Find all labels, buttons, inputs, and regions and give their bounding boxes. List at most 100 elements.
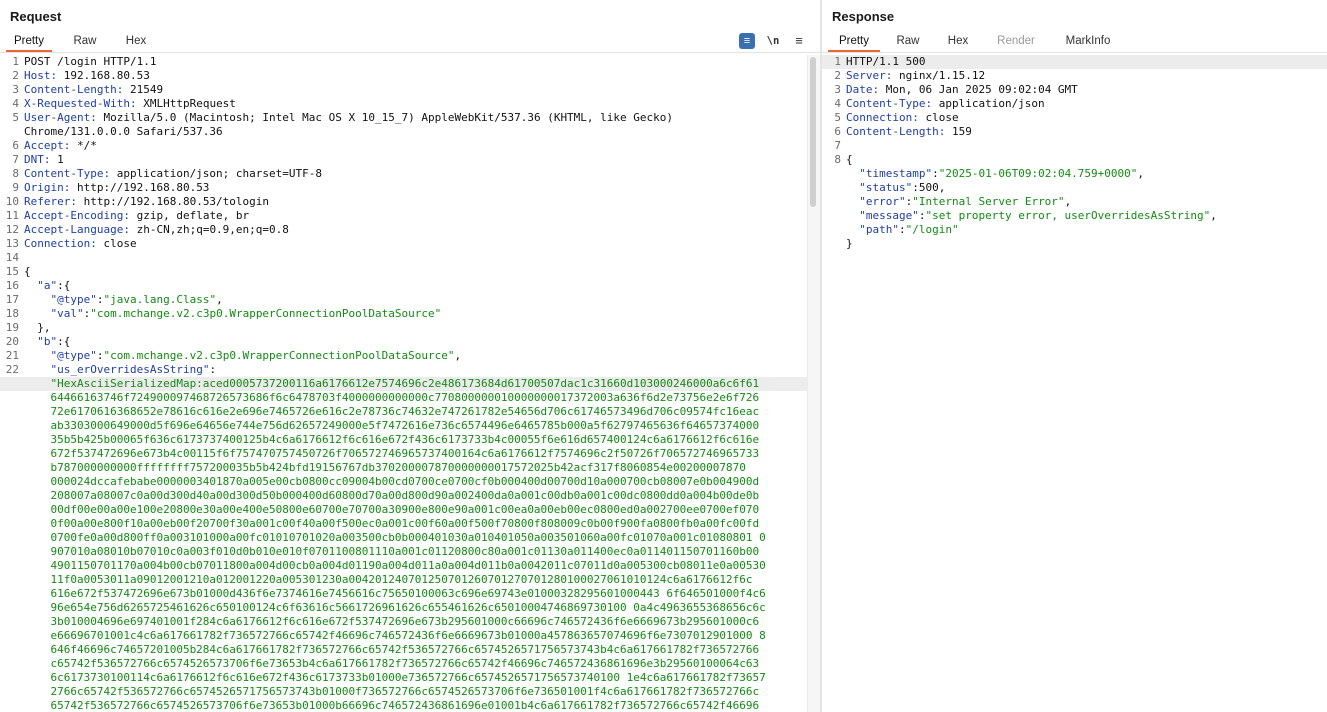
line-number: 1 (834, 55, 841, 68)
code-line: 9 Origin: http://192.168.80.53 (0, 181, 807, 195)
line-number: 15 (5, 265, 19, 278)
code-line: 64466163746f724900097468726573686f6c6478… (0, 391, 807, 405)
code-line: 646f46696c74657201005b284c6a617661782f73… (0, 643, 807, 657)
code-line: 907010a08010b07010c0a003f010d0b010e010f0… (0, 545, 807, 559)
code-line: 4 X-Requested-With: XMLHttpRequest (0, 97, 807, 111)
code-line: 19 }, (0, 321, 807, 335)
line-number (0, 405, 19, 419)
line-content: 96e654e756d6265725461626c650100124c6f636… (24, 601, 766, 614)
line-content: Accept: */* (24, 139, 97, 152)
line-content: 65742f536572766c6574526573706f6e73653b01… (24, 699, 760, 712)
line-content: X-Requested-With: XMLHttpRequest (24, 97, 236, 110)
line-content: Content-Length: 21549 (24, 83, 164, 96)
line-content: 64466163746f724900097468726573686f6c6478… (24, 391, 760, 404)
code-line: "HexAsciiSerializedMap:aced0005737200116… (0, 377, 807, 391)
line-content: 208007a08007c0a00d300d40a00d300d50b00040… (24, 489, 760, 502)
code-line: 3 Date: Mon, 06 Jan 2025 09:02:04 GMT (822, 83, 1327, 97)
line-number (0, 517, 19, 531)
line-number (0, 573, 19, 587)
word-wrap-icon[interactable]: ≡ (739, 33, 755, 49)
request-scrollbar-thumb[interactable] (810, 57, 816, 207)
line-number: 6 (12, 139, 19, 152)
request-editor[interactable]: 1 POST /login HTTP/1.1 2 Host: 192.168.80.5… (0, 55, 807, 712)
tab-hex[interactable]: Hex (938, 30, 978, 52)
line-content: 4901150701170a004b00cb07011800a004d00cb0… (24, 559, 766, 572)
code-line: 208007a08007c0a00d300d40a00d300d50b00040… (0, 489, 807, 503)
menu-icon[interactable]: ≡ (792, 33, 806, 49)
line-content: 000024dccafebabe0000003401870a005e00cb08… (24, 475, 760, 488)
tab-render[interactable]: Render (990, 30, 1042, 52)
line-content: HTTP/1.1 500 (846, 55, 926, 68)
line-number (0, 489, 19, 503)
line-content: 3b010004696e697401001f284c6a6176612f6c61… (24, 615, 760, 628)
line-number (0, 587, 19, 601)
code-line: "status":500, (822, 181, 1327, 195)
line-number: 3 (12, 83, 19, 96)
line-number: 2 (834, 69, 841, 82)
tab-markinfo[interactable]: MarkInfo (1058, 30, 1118, 52)
tab-raw[interactable]: Raw (888, 30, 928, 52)
line-content: "error":"Internal Server Error", (859, 195, 1072, 208)
line-number (0, 615, 19, 629)
line-number: 14 (5, 251, 19, 264)
line-content: 00df00e00a00e100e20800e30a00e400e50800e6… (24, 503, 760, 516)
line-number: 3 (834, 83, 841, 96)
line-content: 2766c65742f536572766c6574526571756573743… (24, 685, 760, 698)
code-line: 1 HTTP/1.1 500 (822, 55, 1327, 69)
request-tabs: Pretty Raw Hex (0, 30, 820, 53)
line-number: 20 (5, 335, 19, 348)
line-number (0, 461, 19, 475)
response-title: Response (832, 9, 895, 24)
line-content: Accept-Language: zh-CN,zh;q=0.9,en;q=0.8 (24, 223, 289, 236)
line-number: 1 (12, 55, 19, 68)
code-line: 4901150701170a004b00cb07011800a004d00cb0… (0, 559, 807, 573)
line-number: 4 (834, 97, 841, 110)
line-content: } (846, 237, 853, 250)
line-content: 0700fe0a00d800ff0a003101000a00fc01010701… (24, 531, 766, 544)
line-number (0, 601, 19, 615)
line-number: 8 (12, 167, 19, 180)
line-content: 72e6170616368652e78616c616e2e696e7465726… (24, 405, 760, 418)
line-number (0, 433, 19, 447)
line-number: 17 (5, 293, 19, 306)
line-number: 6 (834, 125, 841, 138)
tab-raw[interactable]: Raw (64, 30, 106, 52)
line-number: 21 (5, 349, 19, 362)
line-content: "us_erOverridesAsString": (50, 363, 217, 376)
code-line: b787000000000ffffffff757200035b5b424bfd1… (0, 461, 807, 475)
tab-pretty[interactable]: Pretty (828, 30, 880, 52)
line-content: "status":500, (859, 181, 946, 194)
code-line: 65742f536572766c6574526573706f6e73653b01… (0, 699, 807, 712)
response-editor[interactable]: 1 HTTP/1.1 500 2 Server: nginx/1.15.12 3 Date… (822, 55, 1327, 712)
line-content: ab3303000649000d5f696e64656e744e756d6265… (24, 419, 760, 432)
line-number (0, 657, 19, 671)
code-line: 96e654e756d6265725461626c650100124c6f636… (0, 601, 807, 615)
code-line: 5 Connection: close (822, 111, 1327, 125)
line-number (822, 181, 841, 195)
line-number (0, 503, 19, 517)
code-line: 7 DNT: 1 (0, 153, 807, 167)
code-line: 18 "val":"com.mchange.v2.c3p0.WrapperCon… (0, 307, 807, 321)
line-number (822, 195, 841, 209)
line-number: 13 (5, 237, 19, 250)
line-number (0, 125, 19, 139)
line-number (0, 545, 19, 559)
response-pane: Response Pretty Raw Hex Render MarkInfo … (822, 0, 1327, 712)
line-content: "@type":"java.lang.Class", (50, 293, 223, 306)
line-number: 19 (5, 321, 19, 334)
line-content: }, (24, 321, 51, 334)
line-number: 9 (12, 181, 19, 194)
line-content: c65742f536572766c6574526573706f6e73653b4… (24, 657, 760, 670)
line-content: 646f46696c74657201005b284c6a617661782f73… (24, 643, 760, 656)
code-line: } (822, 237, 1327, 251)
show-newlines-icon[interactable]: \n (766, 33, 780, 49)
code-line: "error":"Internal Server Error", (822, 195, 1327, 209)
tab-pretty[interactable]: Pretty (6, 30, 52, 52)
code-line: 17 "@type":"java.lang.Class", (0, 293, 807, 307)
line-content: POST /login HTTP/1.1 (24, 55, 157, 68)
request-pane: Request Pretty Raw Hex ≡ \n ≡ 1 POST /log… (0, 0, 820, 712)
code-line: 20 "b":{ (0, 335, 807, 349)
code-line: 1 POST /login HTTP/1.1 (0, 55, 807, 69)
code-line: 10 Referer: http://192.168.80.53/tologin (0, 195, 807, 209)
tab-hex[interactable]: Hex (116, 30, 156, 52)
